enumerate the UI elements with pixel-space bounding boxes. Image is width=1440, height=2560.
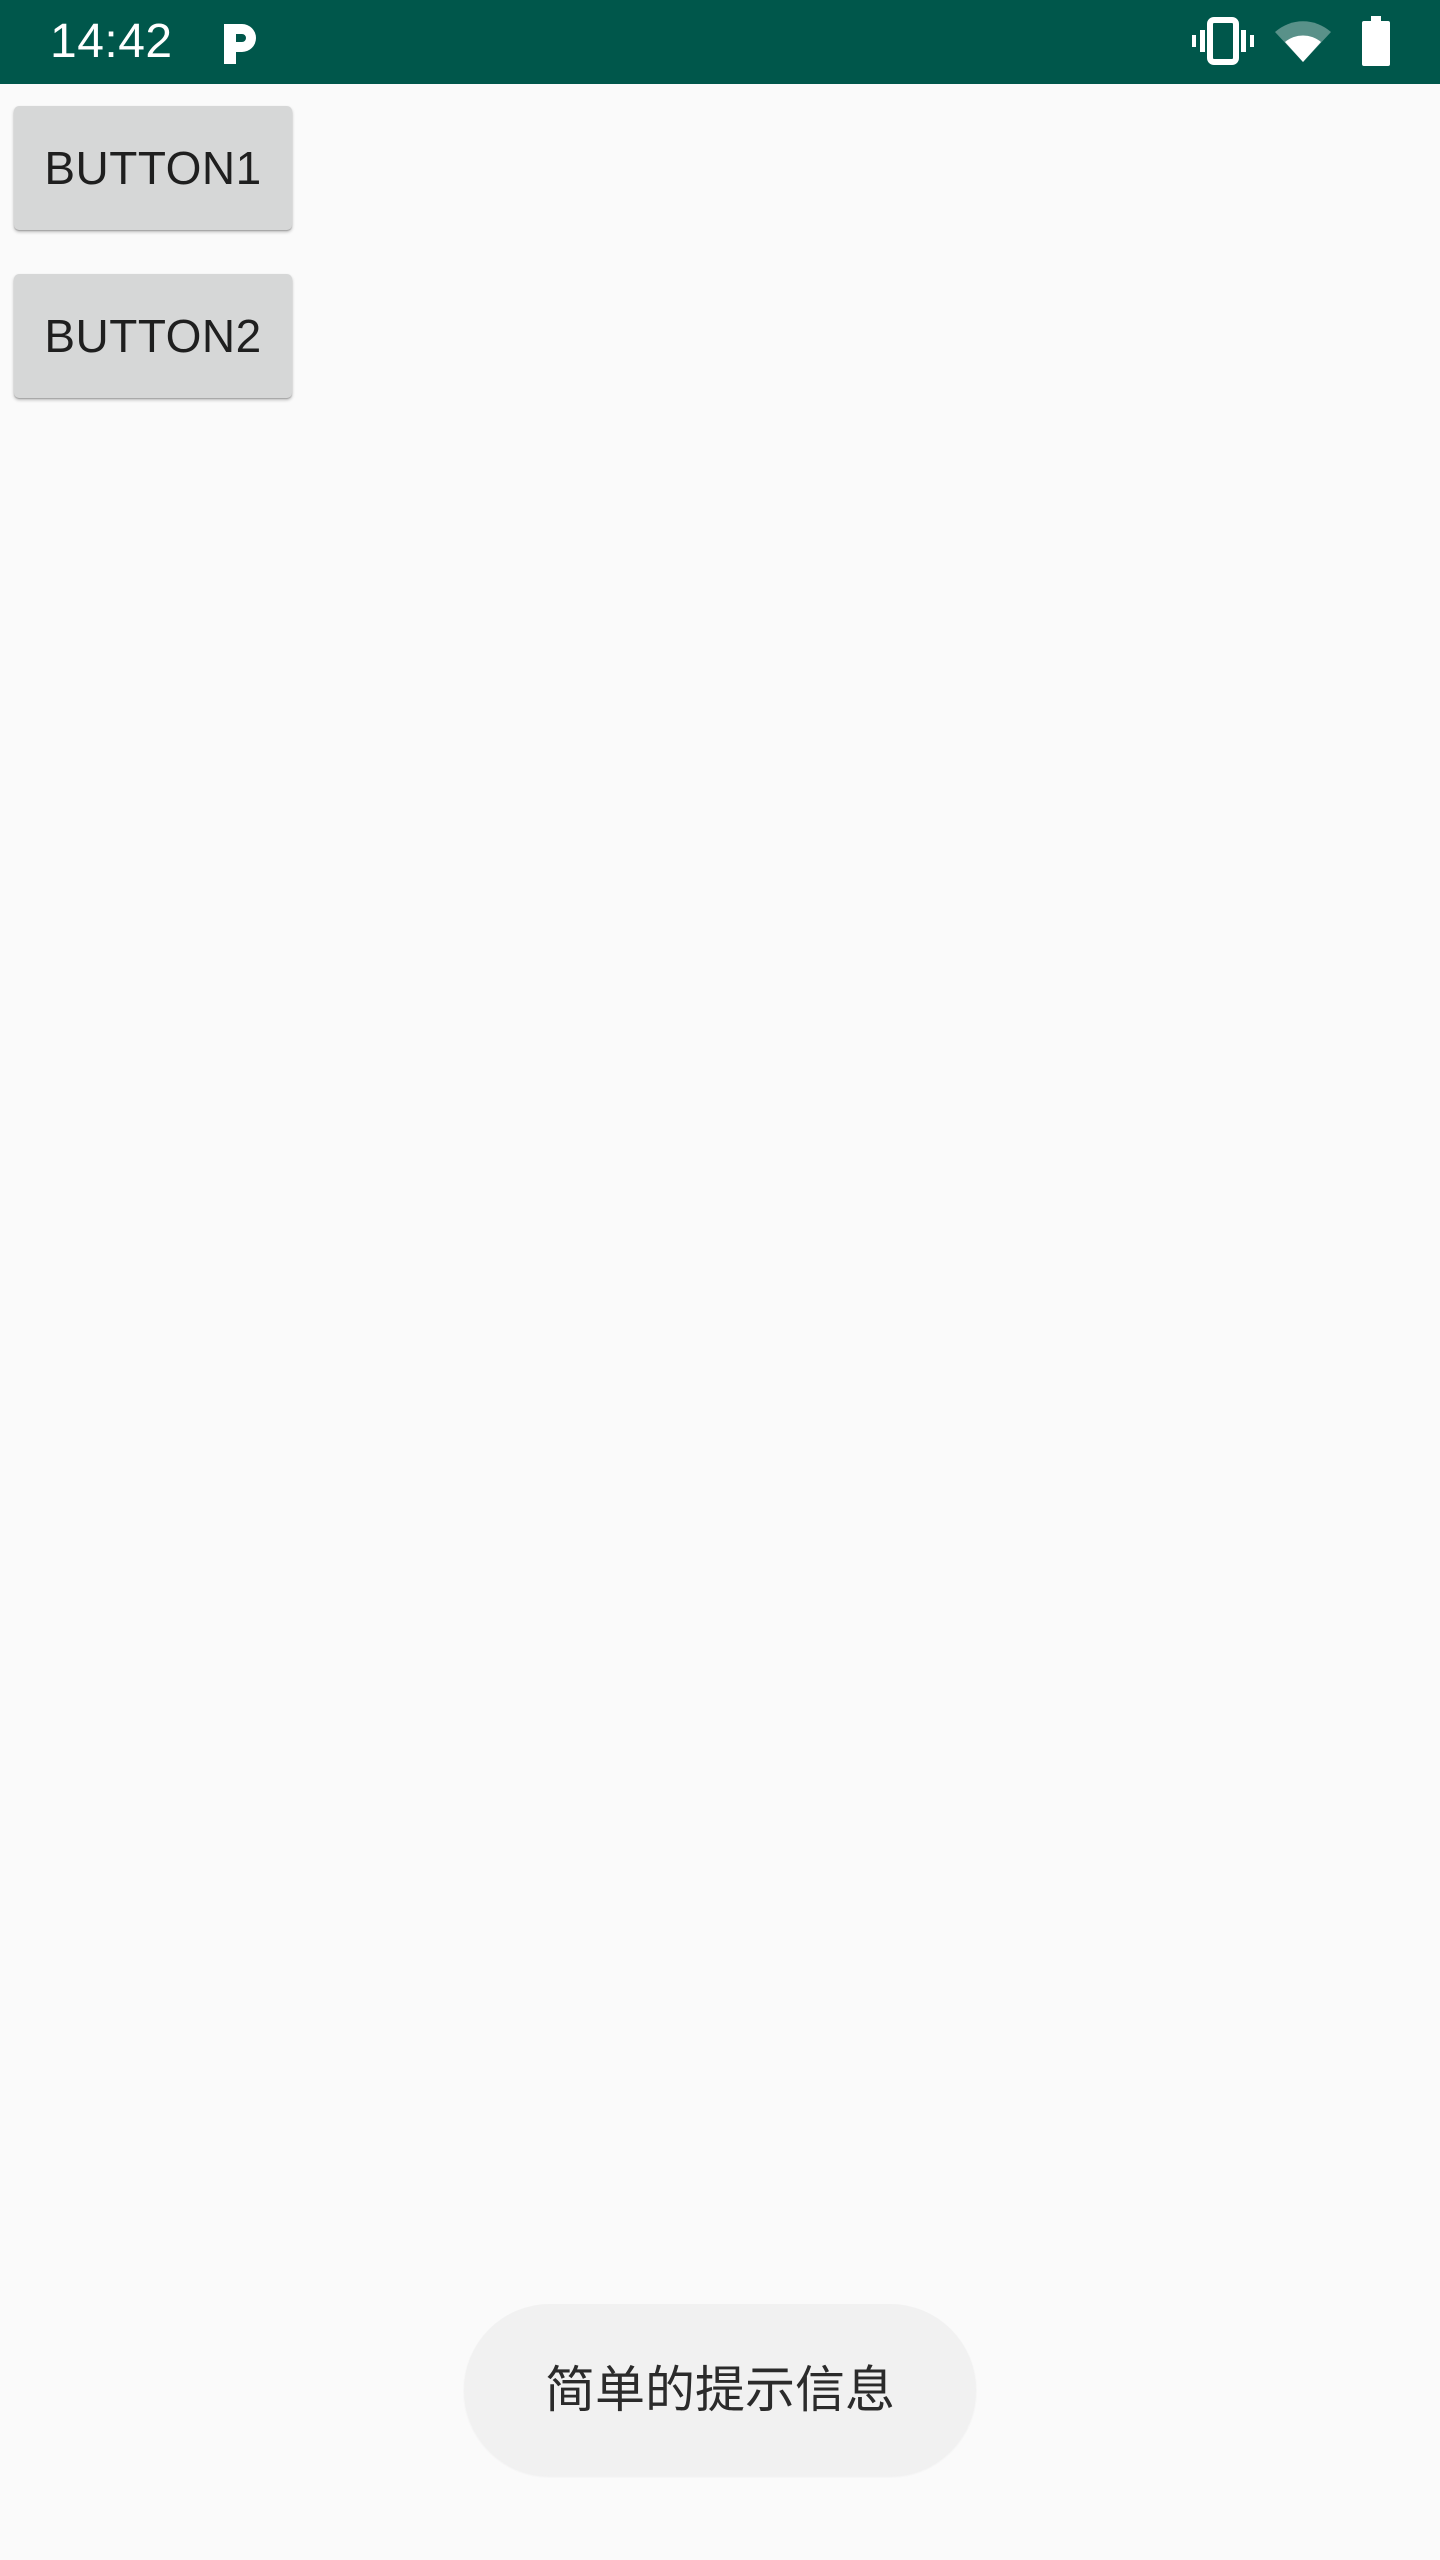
status-time: 14:42 [50,15,173,68]
battery-icon [1362,16,1390,66]
parking-app-icon [224,24,256,64]
toast-message: 简单的提示信息 [464,2304,976,2476]
button2[interactable]: BUTTON2 [14,274,292,398]
vibrate-icon [1192,17,1254,65]
status-bar: 14:42 [0,0,1440,84]
button1[interactable]: BUTTON1 [14,106,292,230]
wifi-icon [1275,21,1331,62]
